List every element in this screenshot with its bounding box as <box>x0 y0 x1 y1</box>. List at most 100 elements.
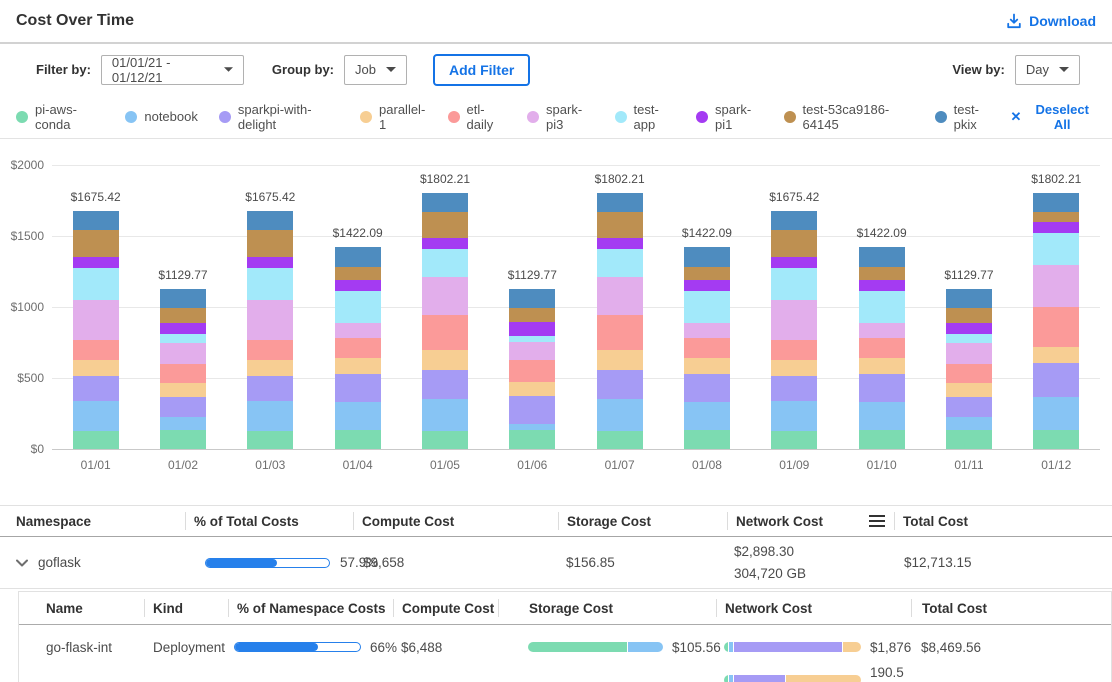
bar-segment-spark-pi3[interactable] <box>247 300 293 340</box>
bar-segment-sparkpi-with-delight[interactable] <box>73 376 119 400</box>
bar-segment-notebook[interactable] <box>946 417 992 430</box>
stacked-bar-01/02[interactable] <box>160 289 206 449</box>
bar-segment-etl-daily[interactable] <box>859 338 905 358</box>
bar-segment-spark-pi1[interactable] <box>509 322 555 336</box>
bar-segment-spark-pi3[interactable] <box>946 343 992 364</box>
bar-segment-spark-pi3[interactable] <box>422 277 468 315</box>
bar-segment-test-pkix[interactable] <box>946 289 992 308</box>
bar-segment-notebook[interactable] <box>335 402 381 430</box>
bar-segment-spark-pi1[interactable] <box>597 238 643 249</box>
bar-segment-etl-daily[interactable] <box>684 338 730 358</box>
bar-segment-test-pkix[interactable] <box>597 193 643 211</box>
legend-item-spark-pi1[interactable]: spark-pi1 <box>696 102 762 132</box>
bar-segment-sparkpi-with-delight[interactable] <box>247 376 293 400</box>
bar-segment-notebook[interactable] <box>422 399 468 431</box>
bar-segment-notebook[interactable] <box>771 401 817 431</box>
bar-segment-pi-aws-conda[interactable] <box>859 430 905 449</box>
bar-segment-sparkpi-with-delight[interactable] <box>684 374 730 402</box>
bar-segment-test-pkix[interactable] <box>859 247 905 267</box>
bar-segment-test-pkix[interactable] <box>73 211 119 230</box>
bar-segment-parallel-1[interactable] <box>73 360 119 377</box>
bar-segment-parallel-1[interactable] <box>422 350 468 370</box>
bar-segment-parallel-1[interactable] <box>859 358 905 374</box>
legend-item-sparkpi-with-delight[interactable]: sparkpi-with-delight <box>219 102 339 132</box>
bar-segment-etl-daily[interactable] <box>946 364 992 383</box>
bar-segment-pi-aws-conda[interactable] <box>1033 430 1079 449</box>
bar-segment-test-app[interactable] <box>684 291 730 322</box>
bar-segment-notebook[interactable] <box>597 399 643 431</box>
bar-segment-test-pkix[interactable] <box>335 247 381 267</box>
bar-segment-spark-pi3[interactable] <box>684 323 730 339</box>
bar-segment-notebook[interactable] <box>859 402 905 430</box>
bar-segment-spark-pi1[interactable] <box>946 323 992 335</box>
bar-segment-spark-pi3[interactable] <box>1033 265 1079 307</box>
bar-segment-sparkpi-with-delight[interactable] <box>771 376 817 400</box>
bar-segment-spark-pi1[interactable] <box>73 257 119 268</box>
bar-segment-spark-pi3[interactable] <box>859 323 905 339</box>
bar-segment-notebook[interactable] <box>247 401 293 431</box>
bar-segment-test-53ca9186-64145[interactable] <box>1033 212 1079 222</box>
bar-segment-etl-daily[interactable] <box>771 340 817 360</box>
bar-segment-test-app[interactable] <box>335 291 381 322</box>
bar-segment-test-pkix[interactable] <box>509 289 555 308</box>
bar-segment-pi-aws-conda[interactable] <box>684 430 730 449</box>
bar-segment-sparkpi-with-delight[interactable] <box>335 374 381 402</box>
stacked-bar-01/01[interactable] <box>73 211 119 449</box>
bar-segment-pi-aws-conda[interactable] <box>771 431 817 449</box>
bar-segment-notebook[interactable] <box>684 402 730 430</box>
legend-item-test-app[interactable]: test-app <box>615 102 676 132</box>
deselect-all-button[interactable]: ✕ Deselect All <box>1011 102 1096 132</box>
bar-segment-test-app[interactable] <box>946 334 992 343</box>
bar-segment-etl-daily[interactable] <box>160 364 206 383</box>
bar-segment-parallel-1[interactable] <box>509 382 555 396</box>
bar-segment-parallel-1[interactable] <box>247 360 293 377</box>
bar-segment-spark-pi1[interactable] <box>422 238 468 249</box>
bar-segment-test-53ca9186-64145[interactable] <box>946 308 992 323</box>
bar-segment-etl-daily[interactable] <box>509 360 555 382</box>
bar-segment-test-53ca9186-64145[interactable] <box>509 308 555 322</box>
group-by-select[interactable]: Job <box>344 55 407 85</box>
bar-segment-sparkpi-with-delight[interactable] <box>946 397 992 417</box>
bar-segment-spark-pi1[interactable] <box>1033 222 1079 233</box>
bar-segment-parallel-1[interactable] <box>771 360 817 377</box>
bar-segment-spark-pi3[interactable] <box>160 343 206 364</box>
bar-segment-pi-aws-conda[interactable] <box>597 431 643 449</box>
bar-segment-pi-aws-conda[interactable] <box>422 431 468 449</box>
bar-segment-test-53ca9186-64145[interactable] <box>771 230 817 257</box>
stacked-bar-01/04[interactable] <box>335 247 381 449</box>
stacked-bar-01/07[interactable] <box>597 193 643 449</box>
legend-item-test-53ca9186-64145[interactable]: test-53ca9186-64145 <box>784 102 914 132</box>
bar-segment-spark-pi1[interactable] <box>859 280 905 292</box>
view-by-select[interactable]: Day <box>1015 55 1080 85</box>
bar-segment-test-app[interactable] <box>73 268 119 300</box>
bar-segment-test-53ca9186-64145[interactable] <box>597 212 643 239</box>
bar-segment-sparkpi-with-delight[interactable] <box>859 374 905 402</box>
bar-segment-spark-pi3[interactable] <box>509 342 555 360</box>
bar-segment-pi-aws-conda[interactable] <box>160 430 206 449</box>
bar-segment-parallel-1[interactable] <box>597 350 643 370</box>
bar-segment-test-app[interactable] <box>1033 233 1079 265</box>
bar-segment-parallel-1[interactable] <box>1033 347 1079 363</box>
legend-item-test-pkix[interactable]: test-pkix <box>935 102 997 132</box>
bar-segment-spark-pi3[interactable] <box>73 300 119 340</box>
legend-item-etl-daily[interactable]: etl-daily <box>448 102 507 132</box>
stacked-bar-01/11[interactable] <box>946 289 992 449</box>
stacked-bar-01/08[interactable] <box>684 247 730 449</box>
bar-segment-etl-daily[interactable] <box>335 338 381 358</box>
bar-segment-pi-aws-conda[interactable] <box>946 430 992 449</box>
add-filter-button[interactable]: Add Filter <box>433 54 530 86</box>
bar-segment-parallel-1[interactable] <box>160 383 206 397</box>
bar-segment-test-pkix[interactable] <box>247 211 293 230</box>
date-range-select[interactable]: 01/01/21 - 01/12/21 <box>101 55 244 85</box>
bar-segment-sparkpi-with-delight[interactable] <box>1033 363 1079 397</box>
hamburger-icon[interactable] <box>868 514 886 528</box>
bar-segment-spark-pi3[interactable] <box>597 277 643 315</box>
stacked-bar-01/05[interactable] <box>422 193 468 449</box>
bar-segment-parallel-1[interactable] <box>946 383 992 397</box>
bar-segment-test-app[interactable] <box>247 268 293 300</box>
bar-segment-pi-aws-conda[interactable] <box>73 431 119 449</box>
bar-segment-sparkpi-with-delight[interactable] <box>509 396 555 424</box>
bar-segment-parallel-1[interactable] <box>335 358 381 374</box>
bar-segment-test-53ca9186-64145[interactable] <box>73 230 119 257</box>
bar-segment-test-app[interactable] <box>771 268 817 300</box>
